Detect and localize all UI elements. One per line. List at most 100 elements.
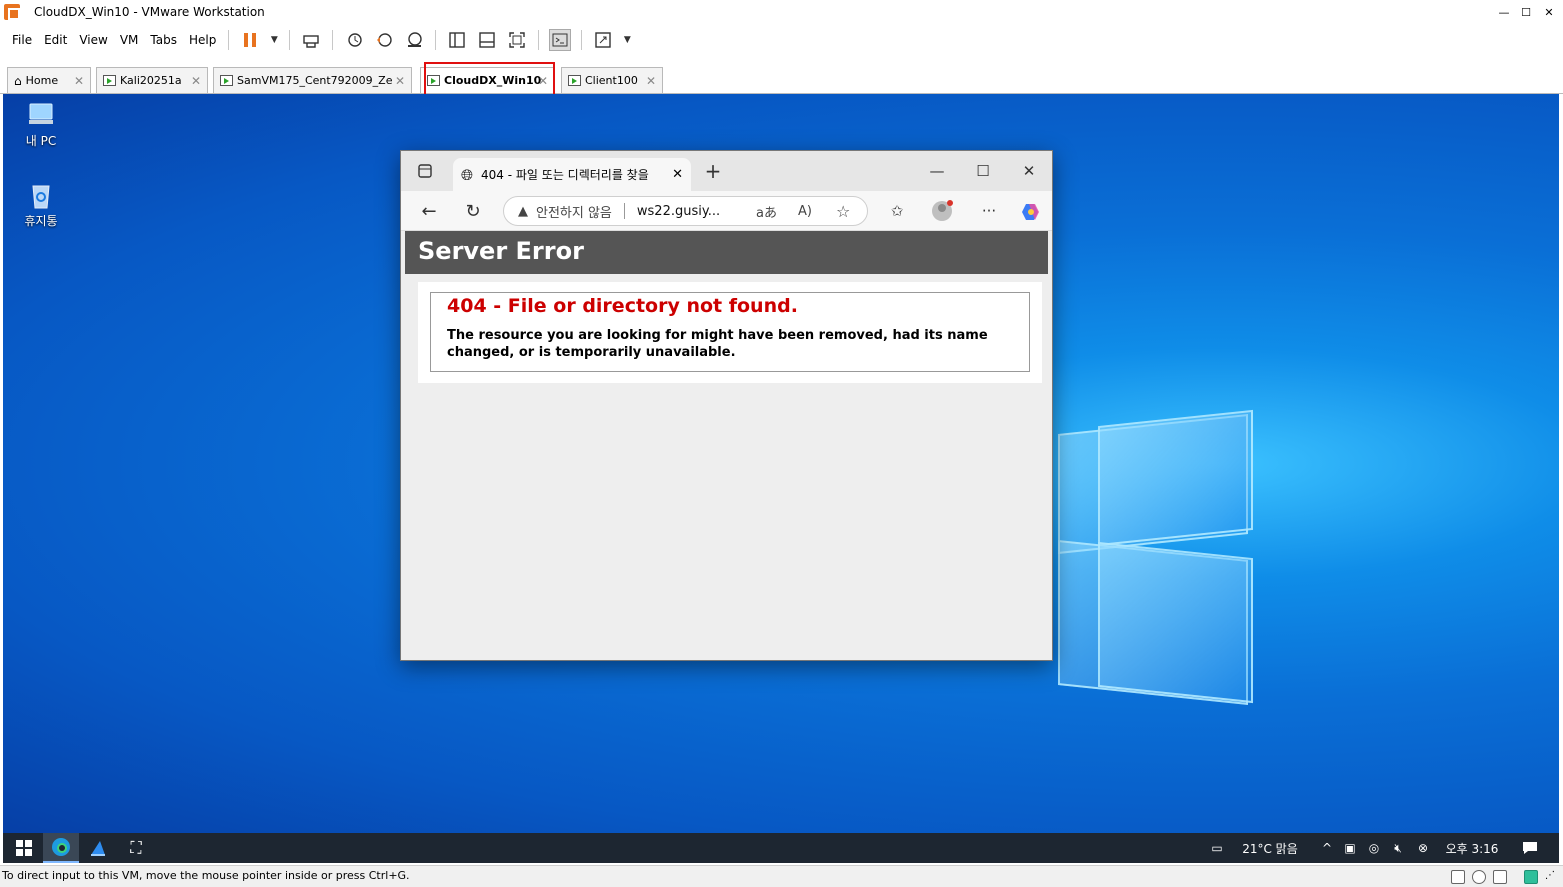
security-label[interactable]: 안전하지 않음 (536, 202, 612, 221)
taskbar-app[interactable] (83, 833, 113, 863)
back-arrow-icon[interactable]: ← (417, 199, 441, 223)
address-divider (623, 203, 625, 219)
toolbar-separator (289, 30, 291, 50)
windows-taskbar: ⛶ ▭ 21°C 맑음 ^ ▣ ◎ 🔇︎ ⊗ 오후 3:16 (3, 833, 1559, 863)
clock[interactable]: 오후 3:16 (1439, 833, 1505, 863)
vmware-title-bar: CloudDX_Win10 - VMware Workstation — ☐ ✕ (0, 0, 1563, 24)
console-view-icon[interactable] (549, 29, 572, 51)
close-icon[interactable]: ✕ (646, 74, 656, 88)
vm-running-icon (103, 75, 116, 86)
camera-icon[interactable]: ▣ (1340, 833, 1360, 863)
volume-muted-icon[interactable]: 🔇︎ (1387, 833, 1409, 863)
toolbar-separator (435, 30, 437, 50)
read-aloud-icon[interactable]: A) (798, 204, 812, 219)
maximize-button[interactable]: ☐ (971, 159, 995, 183)
recycle-bin-icon (26, 182, 56, 209)
tab-client100[interactable]: Client100 ✕ (561, 67, 663, 93)
error-box: 404 - File or directory not found. The r… (430, 292, 1030, 372)
menu-vm[interactable]: VM (114, 33, 145, 47)
computer-icon (26, 102, 56, 128)
chat-bubble-icon (1523, 842, 1537, 854)
vm-running-icon (568, 75, 581, 86)
tab-home[interactable]: ⌂ Home ✕ (7, 67, 91, 93)
tab-actions-icon[interactable] (413, 159, 437, 183)
copilot-icon[interactable] (1019, 199, 1043, 223)
tab-kali[interactable]: Kali20251a ✕ (96, 67, 208, 93)
browser-tab-strip: 🌐︎ 404 - 파일 또는 디렉터리를 찾을 ✕ + — ☐ ✕ (401, 151, 1052, 191)
address-bar[interactable]: ▲ 안전하지 않음 ws22.gusiy... aあ A) ☆ (503, 196, 868, 226)
chevron-up-icon[interactable]: ^ (1318, 833, 1336, 863)
notification-off-icon[interactable]: ⊗ (1413, 833, 1433, 863)
error-content: 404 - File or directory not found. The r… (418, 282, 1042, 383)
windows-start-icon (16, 840, 32, 856)
sidebar-view-icon[interactable] (446, 29, 468, 51)
more-options-icon[interactable]: ··· (977, 199, 1001, 223)
status-text: To direct input to this VM, move the mou… (2, 869, 410, 882)
warning-icon: ▲ (518, 203, 528, 219)
close-button[interactable]: ✕ (1535, 0, 1563, 24)
taskbar-remote-icon[interactable]: ⛶ (121, 833, 151, 863)
action-center-icon[interactable] (1515, 833, 1545, 863)
message-log-icon[interactable] (1524, 870, 1538, 884)
chevron-down-icon[interactable]: ▼ (269, 29, 279, 51)
menu-edit[interactable]: Edit (38, 33, 73, 47)
tab-samvm[interactable]: SamVM175_Cent792009_Ze ✕ (213, 67, 412, 93)
new-tab-icon[interactable]: + (701, 159, 725, 183)
menu-view[interactable]: View (73, 33, 113, 47)
browser-window: 🌐︎ 404 - 파일 또는 디렉터리를 찾을 ✕ + — ☐ ✕ ← ↻ ▲ … (400, 150, 1053, 661)
menu-tabs[interactable]: Tabs (144, 33, 183, 47)
desktop-icon-recycle-bin[interactable]: 휴지통 (11, 182, 71, 229)
app-icon (91, 841, 105, 856)
snapshot-manager-icon[interactable] (403, 29, 425, 51)
desktop-icon-label: 내 PC (25, 134, 57, 148)
taskbar-edge[interactable] (43, 833, 79, 863)
profile-avatar-icon[interactable] (931, 199, 955, 223)
snapshot-icon[interactable] (343, 29, 365, 51)
revert-snapshot-icon[interactable] (373, 29, 395, 51)
vm-tab-bar: ⌂ Home ✕ Kali20251a ✕ SamVM175_Cent79200… (0, 64, 1563, 94)
chevron-down-icon[interactable]: ▼ (622, 29, 632, 51)
browser-tab-active[interactable]: 🌐︎ 404 - 파일 또는 디렉터리를 찾을 ✕ (453, 158, 691, 191)
close-button[interactable]: ✕ (1017, 159, 1041, 183)
browser-tab-title: 404 - 파일 또는 디렉터리를 찾을 (481, 168, 649, 182)
tab-label: Kali20251a (120, 74, 182, 87)
active-tab-highlight (424, 62, 555, 97)
vmware-status-bar: To direct input to this VM, move the mou… (0, 865, 1563, 887)
tab-label: Client100 (585, 74, 638, 87)
minimize-button[interactable]: — (925, 159, 949, 183)
hard-disk-icon[interactable] (1451, 870, 1465, 884)
close-icon[interactable]: ✕ (191, 74, 201, 88)
weather-widget-icon[interactable]: ▭ (1203, 833, 1231, 863)
full-screen-icon[interactable] (506, 29, 528, 51)
favorite-star-icon[interactable]: ☆ (836, 202, 850, 221)
vm-running-icon (220, 75, 233, 86)
home-icon: ⌂ (14, 73, 22, 88)
thumbnail-view-icon[interactable] (476, 29, 498, 51)
cd-rom-icon[interactable] (1472, 870, 1486, 884)
windows-logo-pane (1098, 541, 1253, 704)
refresh-icon[interactable]: ↻ (461, 199, 485, 223)
network-globe-icon[interactable]: ◎ (1364, 833, 1384, 863)
url-text[interactable]: ws22.gusiy... (637, 204, 720, 219)
pause-icon[interactable] (239, 29, 261, 51)
close-icon[interactable]: ✕ (395, 74, 405, 88)
send-ctrl-alt-del-icon[interactable] (300, 29, 322, 51)
weather-text[interactable]: 21°C 맑음 (1235, 833, 1305, 863)
network-adapter-icon[interactable] (1493, 870, 1507, 884)
close-icon[interactable]: ✕ (672, 167, 683, 182)
toolbar-separator (538, 30, 540, 50)
start-button[interactable] (9, 833, 39, 863)
close-icon[interactable]: ✕ (74, 74, 84, 88)
window-title: CloudDX_Win10 - VMware Workstation (34, 5, 265, 19)
stretch-guest-icon[interactable] (592, 29, 614, 51)
translate-icon[interactable]: aあ (756, 202, 777, 221)
menu-file[interactable]: File (6, 33, 38, 47)
tab-label: SamVM175_Cent792009_Ze (237, 74, 393, 87)
toolbar-separator (332, 30, 334, 50)
globe-icon: 🌐︎ (461, 165, 474, 184)
toolbar-separator (228, 30, 230, 50)
resize-grip-icon[interactable]: ⋰ (1545, 870, 1559, 884)
menu-help[interactable]: Help (183, 33, 222, 47)
desktop-icon-my-pc[interactable]: 내 PC (11, 102, 71, 149)
favorites-icon[interactable]: ✩ (885, 199, 909, 223)
